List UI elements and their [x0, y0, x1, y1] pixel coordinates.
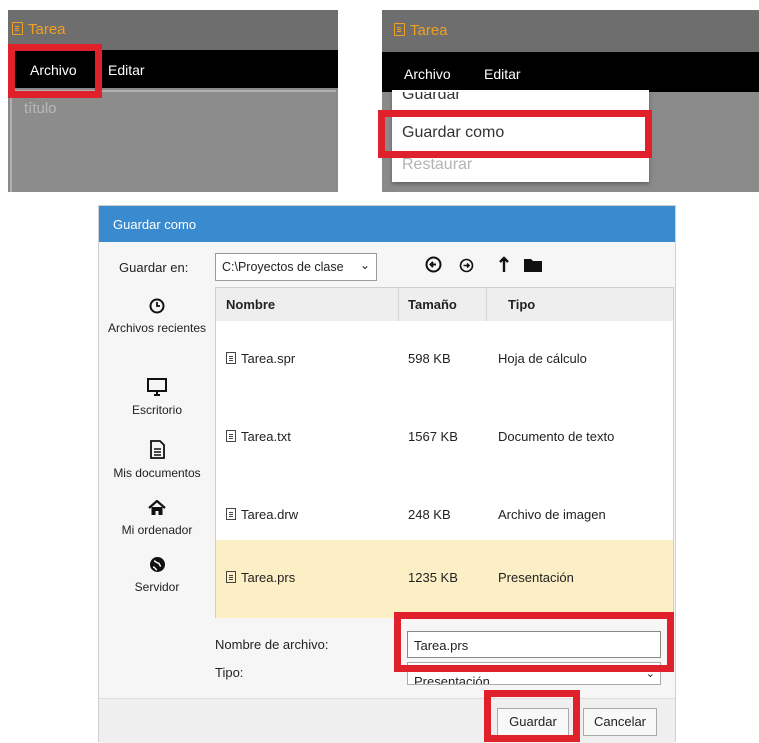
file-row[interactable]: Tarea.txt 1567 KB Documento de texto — [216, 399, 673, 477]
file-name-text: Tarea.txt — [241, 429, 291, 444]
nav-desktop[interactable]: Escritorio — [103, 378, 211, 417]
window-title-text: Tarea — [28, 21, 66, 38]
title-placeholder: título — [24, 100, 57, 117]
document-icon — [12, 22, 23, 35]
menu-item-restaurar[interactable]: Restaurar — [402, 156, 472, 174]
file-type: Presentación — [498, 570, 574, 585]
menu-editar[interactable]: Editar — [484, 66, 521, 82]
column-tamano[interactable]: Tamaño — [408, 297, 457, 312]
file-size: 1567 KB — [408, 429, 458, 444]
menu-item-guardar-label: Guardar — [402, 92, 461, 102]
dialog-title: Guardar como — [113, 217, 197, 232]
filename-label: Nombre de archivo: — [215, 637, 329, 652]
file-type: Archivo de imagen — [498, 507, 606, 522]
title-bar: Tarea — [382, 10, 759, 52]
document-icon — [103, 440, 211, 464]
text-file-icon — [226, 430, 236, 442]
nav-recent[interactable]: Archivos recientes — [103, 298, 211, 335]
home-icon — [103, 499, 211, 521]
menu-editar[interactable]: Editar — [108, 62, 145, 78]
save-in-select[interactable]: C:\Proyectos de clase ⌄ — [215, 253, 377, 281]
presentation-file-icon — [226, 571, 236, 583]
file-name: Tarea.txt — [226, 429, 291, 444]
nav-server-label: Servidor — [134, 580, 180, 594]
file-name: Tarea.prs — [226, 570, 295, 585]
menu-bar: Archivo Editar — [382, 52, 759, 92]
highlight-guardar-como — [378, 110, 652, 158]
file-name: Tarea.spr — [226, 351, 295, 366]
file-list-header: Nombre Tamaño Tipo — [216, 288, 673, 321]
menu-item-guardar[interactable]: Guardar — [402, 92, 461, 102]
file-type: Hoja de cálculo — [498, 351, 587, 366]
monitor-icon — [103, 378, 211, 401]
file-row-selected[interactable]: Tarea.prs 1235 KB Presentación — [216, 540, 673, 618]
file-type: Documento de texto — [498, 429, 615, 444]
dialog-title-bar: Guardar como — [99, 206, 675, 242]
up-folder-icon[interactable] — [497, 256, 511, 278]
nav-recent-label: Archivos recientes — [107, 321, 207, 335]
cancel-button[interactable]: Cancelar — [583, 708, 657, 736]
title-field[interactable]: título — [10, 90, 336, 192]
file-size: 248 KB — [408, 507, 451, 522]
highlight-archivo — [8, 44, 102, 98]
type-label: Tipo: — [215, 665, 244, 680]
column-nombre[interactable]: Nombre — [226, 297, 275, 312]
file-name-text: Tarea.drw — [241, 507, 299, 522]
app-window-2: Tarea Archivo Editar Guardar Guardar com… — [382, 10, 759, 192]
nav-server[interactable]: Servidor — [103, 556, 211, 594]
file-row[interactable]: Tarea.spr 598 KB Hoja de cálculo — [216, 321, 673, 399]
globe-icon — [103, 556, 211, 578]
file-name-text: Tarea.spr — [241, 351, 296, 366]
highlight-filename — [394, 612, 674, 672]
menu-archivo[interactable]: Archivo — [404, 66, 451, 82]
nav-documents[interactable]: Mis documentos — [103, 440, 211, 480]
window-title-text: Tarea — [410, 22, 448, 39]
nav-desktop-label: Escritorio — [131, 403, 182, 417]
column-divider — [398, 288, 399, 321]
chevron-down-icon: ⌄ — [359, 258, 370, 272]
save-in-label: Guardar en: — [119, 260, 189, 275]
nav-computer[interactable]: Mi ordenador — [103, 499, 211, 537]
spreadsheet-file-icon — [226, 352, 236, 364]
save-in-value: C:\Proyectos de clase — [222, 260, 344, 274]
highlight-save-button — [484, 690, 580, 742]
column-tipo[interactable]: Tipo — [508, 297, 535, 312]
column-divider — [486, 288, 487, 321]
clock-icon — [103, 298, 211, 319]
new-folder-icon[interactable] — [523, 256, 543, 278]
window-title: Tarea — [394, 22, 448, 39]
image-file-icon — [226, 508, 236, 520]
file-size: 598 KB — [408, 351, 451, 366]
type-value: Presentación — [414, 674, 490, 685]
nav-documents-label: Mis documentos — [113, 466, 201, 480]
app-window-1: Tarea Archivo Editar título — [8, 10, 338, 192]
document-icon — [394, 23, 405, 36]
file-list: Nombre Tamaño Tipo Tarea.spr 598 KB Hoja… — [215, 287, 674, 618]
back-icon[interactable] — [425, 256, 442, 278]
file-name: Tarea.drw — [226, 507, 298, 522]
nav-computer-label: Mi ordenador — [121, 523, 193, 537]
file-size: 1235 KB — [408, 570, 458, 585]
file-name-text: Tarea.prs — [241, 570, 296, 585]
forward-icon[interactable] — [459, 258, 474, 278]
window-title: Tarea — [12, 21, 66, 38]
